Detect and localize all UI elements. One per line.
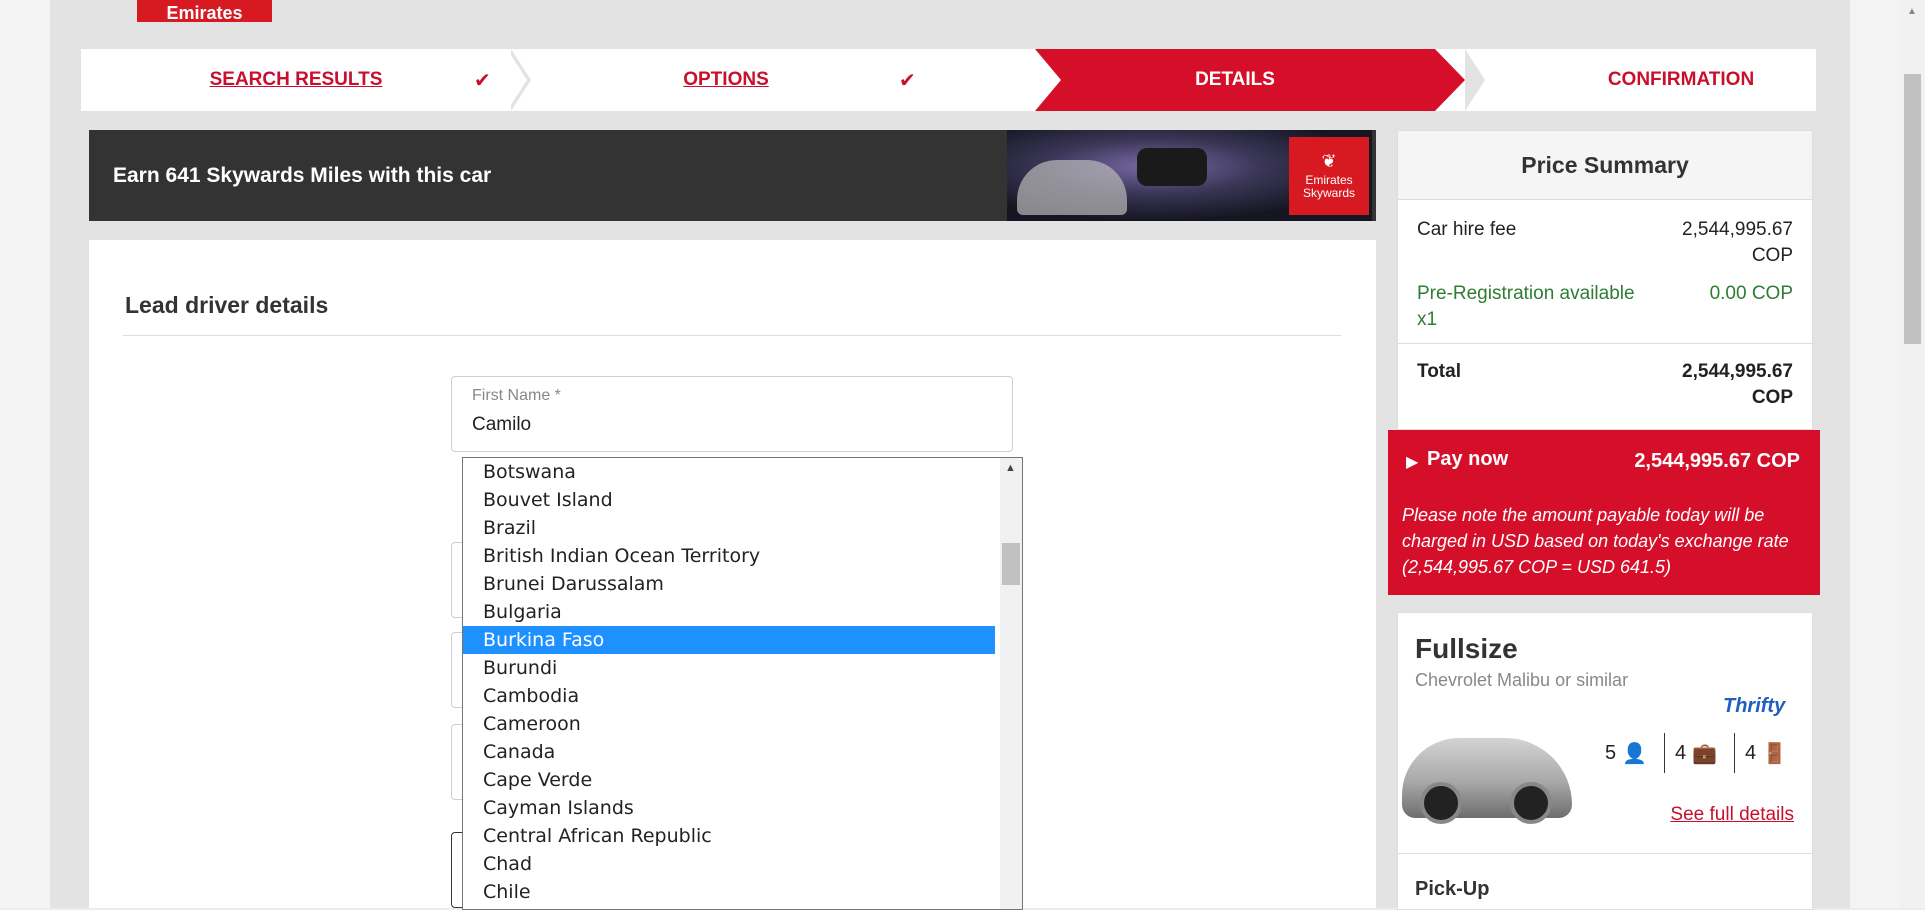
check-icon: ✔ xyxy=(474,69,491,92)
skywards-miles-text: Earn 641 Skywards Miles with this car xyxy=(113,163,492,187)
bags-spec: 4 💼 xyxy=(1675,741,1717,766)
country-option[interactable]: Chad xyxy=(463,850,995,878)
pay-now-value: 2,544,995.67 COP xyxy=(1634,450,1800,472)
country-option[interactable]: Cayman Islands xyxy=(463,794,995,822)
page-gutter-left xyxy=(0,0,50,908)
country-option[interactable]: Burkina Faso xyxy=(463,626,995,654)
first-name-field[interactable]: First Name * Camilo xyxy=(451,376,1013,452)
country-option[interactable]: Bouvet Island xyxy=(463,486,995,514)
dropdown-scroll-thumb[interactable] xyxy=(1002,543,1020,585)
summary-divider xyxy=(1398,343,1812,344)
thrifty-logo: Thrifty xyxy=(1723,695,1786,717)
country-option[interactable]: Brunei Darussalam xyxy=(463,570,995,598)
emirates-logo[interactable]: Emirates xyxy=(137,0,272,22)
dropdown-scrollbar[interactable]: ▲ xyxy=(1000,458,1022,909)
country-option[interactable]: Chile xyxy=(463,878,995,906)
price-summary: Price Summary Car hire fee 2,544,995.67 … xyxy=(1397,130,1813,430)
spec-divider xyxy=(1734,733,1735,773)
country-options: Botswana Bouvet Island Brazil British India… xyxy=(463,458,1022,906)
emblem-icon: ❦ xyxy=(1321,150,1337,171)
car-wheel xyxy=(1510,782,1552,824)
country-option[interactable]: British Indian Ocean Territory xyxy=(463,542,995,570)
scroll-up-icon[interactable]: ▲ xyxy=(1005,462,1016,474)
window-scrollbar[interactable]: ▲ xyxy=(1900,0,1925,908)
country-option[interactable]: Cameroon xyxy=(463,710,995,738)
step-search-results-link[interactable]: SEARCH RESULTS xyxy=(210,69,383,91)
exchange-rate-note: Please note the amount payable today wil… xyxy=(1402,505,1789,577)
total-value: 2,544,995.67 COP xyxy=(1682,361,1793,408)
car-hire-label: Car hire fee xyxy=(1417,219,1517,240)
scroll-up-icon[interactable]: ▲ xyxy=(1907,6,1917,17)
country-option[interactable]: Cape Verde xyxy=(463,766,995,794)
car-class: Fullsize xyxy=(1415,633,1518,664)
booking-progress-steps: SEARCH RESULTS ✔ OPTIONS ✔ DETAILS CONFI… xyxy=(81,49,1816,111)
car-summary-card: Fullsize Chevrolet Malibu or similar Thr… xyxy=(1397,612,1813,910)
skywards-logo-line2: Skywards xyxy=(1302,186,1355,201)
step-search-results[interactable]: SEARCH RESULTS ✔ xyxy=(81,49,511,111)
doors-count: 4 xyxy=(1745,742,1757,764)
country-option[interactable]: Canada xyxy=(463,738,995,766)
skywards-banner: Earn 641 Skywards Miles with this car xyxy=(89,130,1376,221)
country-option[interactable]: Cambodia xyxy=(463,682,995,710)
banner-mirror-shape xyxy=(1137,148,1207,186)
see-full-details-link[interactable]: See full details xyxy=(1670,804,1794,826)
pay-now-label[interactable]: Pay now xyxy=(1427,448,1508,471)
window-scroll-thumb[interactable] xyxy=(1904,74,1921,344)
country-option[interactable]: Burundi xyxy=(463,654,995,682)
section-title: Lead driver details xyxy=(125,292,329,318)
first-name-input[interactable]: Camilo xyxy=(472,414,531,436)
prereg-value: 0.00 COP xyxy=(1709,283,1793,304)
first-name-label: First Name * xyxy=(472,387,561,404)
spec-divider xyxy=(1664,733,1665,773)
page-gutter-right xyxy=(1850,0,1905,908)
car-image xyxy=(1402,738,1572,824)
card-divider xyxy=(1398,853,1812,854)
car-wheel xyxy=(1420,782,1462,824)
pickup-heading: Pick-Up xyxy=(1415,878,1490,900)
total-label: Total xyxy=(1417,361,1461,382)
suitcase-icon: 💼 xyxy=(1692,743,1718,765)
step-confirmation: CONFIRMATION xyxy=(1471,49,1891,111)
car-door-icon: 🚪 xyxy=(1762,743,1788,765)
car-model: Chevrolet Malibu or similar xyxy=(1415,670,1629,690)
pay-now-panel[interactable]: ▶ Pay now 2,544,995.67 COP Please note t… xyxy=(1388,430,1820,595)
person-icon: 👤 xyxy=(1622,743,1648,765)
passengers-count: 5 xyxy=(1605,742,1617,764)
car-hire-value: 2,544,995.67 COP xyxy=(1682,219,1793,266)
step-options[interactable]: OPTIONS ✔ xyxy=(517,49,935,111)
country-option[interactable]: Botswana xyxy=(463,458,995,486)
check-icon: ✔ xyxy=(899,69,916,92)
caret-right-icon[interactable]: ▶ xyxy=(1406,452,1418,472)
country-option[interactable]: Brazil xyxy=(463,514,995,542)
passengers-spec: 5 👤 xyxy=(1605,741,1647,766)
section-divider xyxy=(123,335,1341,336)
country-dropdown-list[interactable]: Botswana Bouvet Island Brazil British India… xyxy=(462,457,1023,910)
price-summary-title: Price Summary xyxy=(1398,131,1812,200)
step-details-label: DETAILS xyxy=(1195,69,1275,90)
doors-spec: 4 🚪 xyxy=(1745,741,1787,766)
prereg-label: Pre-Registration available x1 xyxy=(1417,283,1635,330)
country-option[interactable]: Bulgaria xyxy=(463,598,995,626)
country-option[interactable]: Central African Republic xyxy=(463,822,995,850)
banner-car-shape xyxy=(1017,160,1127,215)
bags-count: 4 xyxy=(1675,742,1687,764)
step-options-link[interactable]: OPTIONS xyxy=(683,69,769,91)
skywards-logo: ❦ Emirates Skywards xyxy=(1289,137,1369,215)
skywards-logo-line1: Emirates xyxy=(1305,172,1353,187)
step-details: DETAILS xyxy=(1035,49,1435,111)
step-confirmation-label: CONFIRMATION xyxy=(1607,69,1755,90)
